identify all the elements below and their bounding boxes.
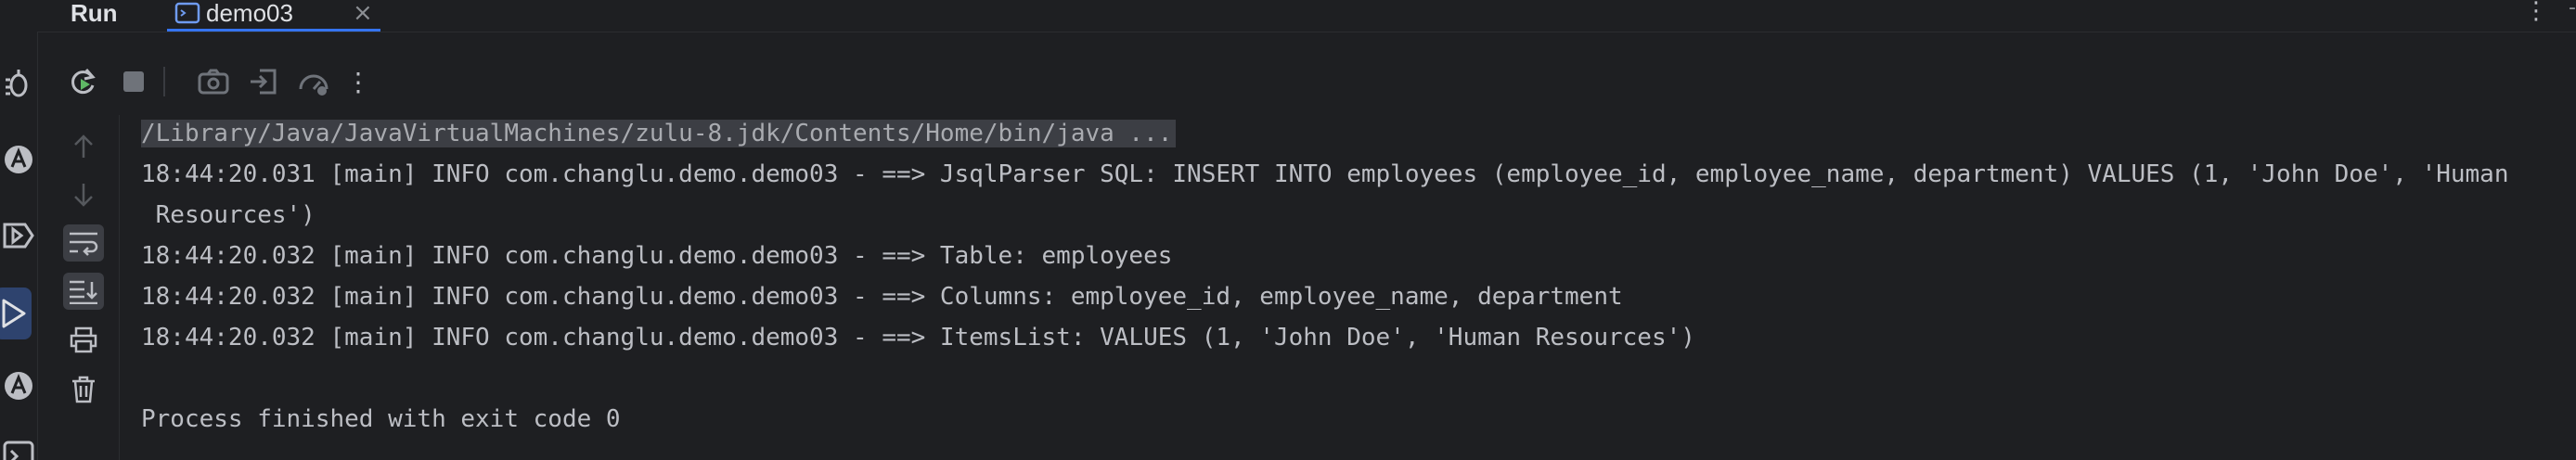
log-line: 18:44:20.032 [main] INFO com.changlu.dem… (141, 242, 1173, 270)
tab-demo03[interactable]: demo03 × (167, 0, 390, 32)
close-icon[interactable]: × (353, 0, 373, 26)
log-line: Resources') (141, 201, 316, 229)
activity-bar (0, 0, 38, 460)
tool-window-header: Run demo03 × ⋮ - (37, 0, 2576, 32)
scroll-to-end-icon[interactable] (63, 273, 104, 310)
profile-icon[interactable] (295, 61, 332, 102)
screenshot-icon[interactable] (195, 61, 232, 102)
hide-icon[interactable]: - (2569, 0, 2576, 19)
more-options-icon[interactable]: ⋮ (2524, 0, 2548, 23)
soft-wrap-icon[interactable] (63, 224, 104, 262)
log-line: 18:44:20.031 [main] INFO com.changlu.dem… (141, 160, 2509, 188)
down-arrow-icon[interactable] (63, 176, 104, 213)
run-title: Run (71, 0, 118, 27)
tab-label: demo03 (206, 0, 293, 27)
run-icon[interactable] (0, 288, 32, 339)
toolbar-separator (163, 67, 165, 96)
trash-icon[interactable] (63, 371, 104, 408)
bug-icon[interactable] (0, 67, 37, 108)
services-icon[interactable] (0, 219, 37, 260)
console-output[interactable]: /Library/Java/JavaVirtualMachines/zulu-8… (141, 115, 2576, 460)
console-gutter (50, 115, 120, 460)
exit-status-line: Process finished with exit code 0 (141, 405, 621, 433)
more-icon[interactable]: ⋮ (340, 61, 377, 102)
stop-icon[interactable] (115, 61, 152, 102)
restore-layout-icon[interactable] (245, 61, 282, 102)
analyze-icon[interactable] (0, 369, 37, 410)
up-arrow-icon[interactable] (63, 128, 104, 165)
log-line: 18:44:20.032 [main] INFO com.changlu.dem… (141, 324, 1695, 351)
command-line: /Library/Java/JavaVirtualMachines/zulu-8… (141, 117, 1177, 150)
rerun-icon[interactable] (65, 61, 102, 102)
log-line: 18:44:20.032 [main] INFO com.changlu.dem… (141, 283, 1623, 311)
analyze-icon[interactable] (0, 143, 37, 184)
active-tab-indicator (167, 29, 380, 32)
run-toolbar: ⋮ (37, 61, 2576, 102)
java-command[interactable]: /Library/Java/JavaVirtualMachines/zulu-8… (141, 120, 1177, 147)
console-window-icon (174, 2, 200, 28)
terminal-icon[interactable] (0, 440, 37, 460)
print-icon[interactable] (63, 321, 104, 358)
